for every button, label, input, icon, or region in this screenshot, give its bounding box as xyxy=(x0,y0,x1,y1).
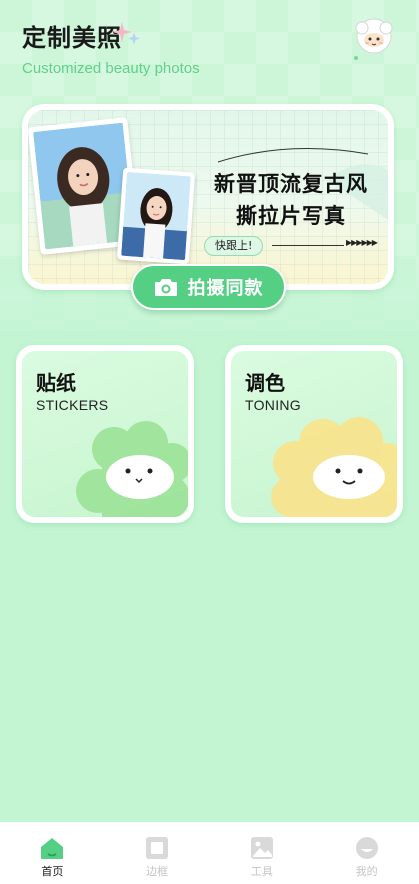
headline-line-1: 新晋顶流复古风 xyxy=(214,172,368,196)
shoot-same-button[interactable]: 拍摄同款 xyxy=(131,264,286,310)
toning-card-content: 调色 TONING xyxy=(231,351,397,517)
tab-profile-label: 我的 xyxy=(355,865,378,878)
arrows-icon: ▶▶▶▶▶▶ xyxy=(346,238,378,247)
bottom-tab-bar: 首页 边框 工具 我的 xyxy=(0,822,419,884)
tab-frames[interactable]: 边框 xyxy=(105,822,210,884)
tab-frames-label: 边框 xyxy=(146,865,169,878)
stickers-card-content: 贴纸 STICKERS xyxy=(22,351,188,517)
sparkle-icon xyxy=(114,22,140,45)
tab-profile[interactable]: 我的 xyxy=(314,822,419,884)
banner-headline: 新晋顶流复古风 撕拉片写真 xyxy=(196,168,386,232)
header: 定制美照 xyxy=(22,18,140,53)
sample-photo-2 xyxy=(116,167,196,265)
chip-divider xyxy=(272,245,344,246)
tab-tools[interactable]: 工具 xyxy=(210,822,315,884)
app-subtitle: Customized beauty photos xyxy=(22,60,200,77)
headline-line-2: 撕拉片写真 xyxy=(236,204,346,228)
frame-icon xyxy=(146,837,169,859)
stickers-mascot-icon xyxy=(76,421,188,517)
cta-label: 拍摄同款 xyxy=(187,278,264,299)
toning-mascot-icon xyxy=(271,417,397,517)
avatar[interactable] xyxy=(350,14,398,62)
stickers-card[interactable]: 贴纸 STICKERS xyxy=(16,345,194,523)
banner-content: 新晋顶流复古风 撕拉片写真 快跟上! ▶▶▶▶▶▶ xyxy=(28,110,388,284)
home-icon xyxy=(41,838,64,859)
profile-icon xyxy=(355,837,378,859)
toning-card[interactable]: 调色 TONING xyxy=(225,345,403,523)
tab-tools-label: 工具 xyxy=(250,865,273,878)
camera-icon xyxy=(154,279,177,296)
tab-home[interactable]: 首页 xyxy=(0,822,105,884)
hurry-chip: 快跟上! xyxy=(204,236,264,256)
promo-banner[interactable]: 新晋顶流复古风 撕拉片写真 快跟上! ▶▶▶▶▶▶ xyxy=(22,104,394,290)
image-icon xyxy=(250,837,273,859)
app-title: 定制美照 xyxy=(22,24,122,52)
tab-home-label: 首页 xyxy=(41,865,64,878)
